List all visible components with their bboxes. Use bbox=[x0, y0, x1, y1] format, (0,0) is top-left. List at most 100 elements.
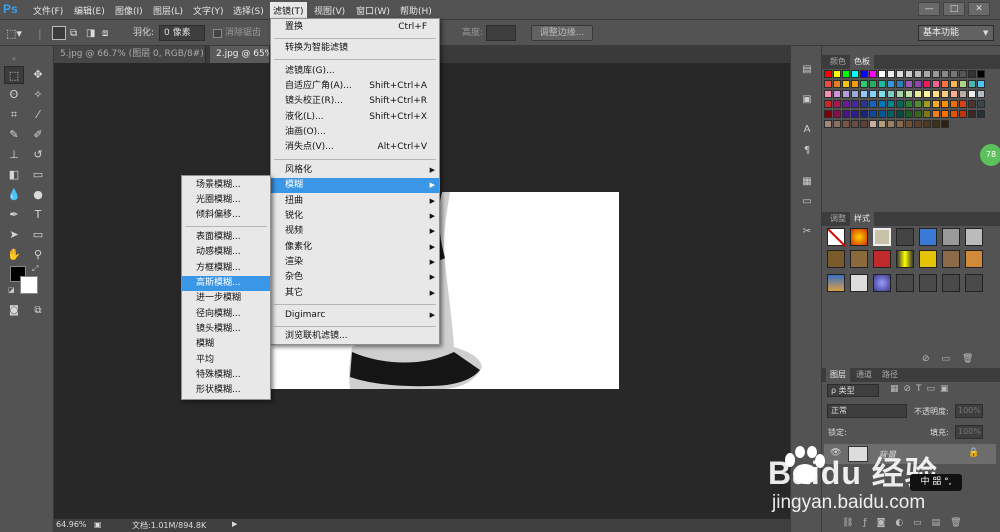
submenu-item-gaussian-blur[interactable]: 高斯模糊... bbox=[182, 276, 270, 291]
color-swatch[interactable] bbox=[905, 90, 913, 98]
doc-tab-2jpg[interactable]: 2.jpg @ 65%( bbox=[210, 46, 270, 63]
menu-item-convert-smart-filter[interactable]: 转换为智能滤镜 bbox=[271, 41, 439, 56]
style-swatch[interactable] bbox=[850, 250, 868, 268]
color-swatch[interactable] bbox=[923, 120, 931, 128]
color-swatch[interactable] bbox=[959, 110, 967, 118]
intersect-selection-icon[interactable]: ⧈ bbox=[102, 26, 108, 41]
paragraph-icon[interactable]: ¶ bbox=[798, 143, 816, 159]
color-swatch[interactable] bbox=[905, 80, 913, 88]
color-swatch[interactable] bbox=[887, 100, 895, 108]
color-swatch[interactable] bbox=[977, 70, 985, 78]
color-swatch[interactable] bbox=[896, 90, 904, 98]
gradient-tool-icon[interactable]: ▭ bbox=[28, 166, 48, 184]
fill-input[interactable]: 100% bbox=[955, 425, 983, 439]
color-swatch[interactable] bbox=[878, 80, 886, 88]
blur-tool-icon[interactable]: 💧 bbox=[4, 186, 24, 204]
color-swatch[interactable] bbox=[869, 110, 877, 118]
submenu-item-lens-blur[interactable]: 镜头模糊... bbox=[182, 322, 270, 337]
styles-footer-icons[interactable]: ⊘▭🗑 bbox=[922, 354, 985, 364]
add-selection-icon[interactable]: ⧉ bbox=[70, 26, 77, 41]
antialias-checkbox[interactable] bbox=[213, 29, 222, 38]
color-swatch[interactable] bbox=[968, 100, 976, 108]
color-swatch[interactable] bbox=[977, 100, 985, 108]
color-swatch[interactable] bbox=[923, 80, 931, 88]
rectangle-tool-icon[interactable]: ▭ bbox=[28, 226, 48, 244]
subtract-selection-icon[interactable]: ◨ bbox=[86, 26, 95, 41]
style-swatch[interactable] bbox=[873, 274, 891, 292]
menu-item-pixelate[interactable]: 像素化 ▶ bbox=[271, 240, 439, 255]
color-swatch[interactable] bbox=[869, 120, 877, 128]
color-swatch[interactable] bbox=[959, 100, 967, 108]
move-tool-icon[interactable]: ✥ bbox=[28, 66, 48, 84]
color-swatch[interactable] bbox=[869, 100, 877, 108]
style-swatch[interactable] bbox=[942, 250, 960, 268]
color-swatch[interactable] bbox=[896, 120, 904, 128]
color-swatch[interactable] bbox=[959, 80, 967, 88]
menu-item-browse-online[interactable]: 浏览联机滤镜... bbox=[271, 329, 439, 344]
color-swatch[interactable] bbox=[851, 80, 859, 88]
color-swatch[interactable] bbox=[905, 110, 913, 118]
tab-adjustments[interactable]: 调整 bbox=[826, 212, 850, 226]
color-swatch[interactable] bbox=[941, 80, 949, 88]
submenu-item-smart-blur[interactable]: 特殊模糊... bbox=[182, 368, 270, 383]
color-swatch[interactable] bbox=[959, 70, 967, 78]
color-swatch[interactable] bbox=[851, 100, 859, 108]
menu-item-displace[interactable]: 置换 Ctrl+F bbox=[271, 20, 439, 35]
color-swatch[interactable] bbox=[932, 100, 940, 108]
submenu-item-blur[interactable]: 模糊 bbox=[182, 337, 270, 352]
ime-indicator[interactable]: 中 㗊 °, bbox=[910, 474, 962, 491]
color-swatch[interactable] bbox=[842, 100, 850, 108]
magic-wand-icon[interactable]: ✧ bbox=[28, 86, 48, 104]
color-swatch[interactable] bbox=[878, 70, 886, 78]
color-swatch[interactable] bbox=[878, 120, 886, 128]
color-swatch[interactable] bbox=[914, 90, 922, 98]
tab-swatches[interactable]: 色板 bbox=[850, 55, 874, 69]
zoom-level[interactable]: 64.96% bbox=[56, 520, 87, 529]
color-swatch[interactable] bbox=[941, 70, 949, 78]
close-button[interactable]: ✕ bbox=[968, 2, 990, 16]
menu-item-liquify[interactable]: 液化(L)... Shift+Ctrl+X bbox=[271, 110, 439, 125]
menu-help[interactable]: 帮助(H) bbox=[400, 4, 432, 17]
history-brush-icon[interactable]: ↺ bbox=[28, 146, 48, 164]
quick-mask-icon[interactable]: ◙ bbox=[4, 302, 24, 320]
color-swatch[interactable] bbox=[968, 90, 976, 98]
minimize-button[interactable]: — bbox=[918, 2, 940, 16]
feather-input[interactable]: 0 像素 bbox=[159, 25, 205, 41]
style-swatch[interactable] bbox=[919, 274, 937, 292]
color-swatch[interactable] bbox=[860, 80, 868, 88]
color-swatch[interactable] bbox=[878, 90, 886, 98]
tools-preset-icon[interactable]: ✂ bbox=[798, 224, 816, 240]
status-menu-arrow-icon[interactable]: ▶ bbox=[232, 520, 237, 528]
style-swatch[interactable] bbox=[942, 274, 960, 292]
menu-filter[interactable]: 滤镜(T) bbox=[270, 2, 307, 18]
color-swatch[interactable] bbox=[905, 70, 913, 78]
color-swatch[interactable] bbox=[923, 100, 931, 108]
submenu-item-shape-blur[interactable]: 形状模糊... bbox=[182, 383, 270, 398]
color-swatch[interactable] bbox=[851, 110, 859, 118]
color-swatch[interactable] bbox=[941, 120, 949, 128]
color-swatch[interactable] bbox=[923, 90, 931, 98]
notes-icon[interactable]: ▭ bbox=[798, 194, 816, 210]
background-color-swatch[interactable] bbox=[20, 276, 38, 294]
menu-item-sharpen[interactable]: 锐化 ▶ bbox=[271, 209, 439, 224]
marquee-tool-preset-icon[interactable]: ⬚▾ bbox=[6, 26, 22, 41]
style-swatch[interactable] bbox=[919, 250, 937, 268]
color-swatch[interactable] bbox=[896, 110, 904, 118]
menu-view[interactable]: 视图(V) bbox=[314, 4, 345, 17]
color-swatch[interactable] bbox=[932, 70, 940, 78]
default-colors-icon[interactable]: ◪ bbox=[8, 286, 15, 294]
brush-tool-icon[interactable]: ✐ bbox=[28, 126, 48, 144]
menu-item-render[interactable]: 渲染 ▶ bbox=[271, 255, 439, 270]
clone-stamp-icon[interactable]: ⊥ bbox=[4, 146, 24, 164]
menu-item-blur[interactable]: 模糊 ▶ bbox=[271, 178, 439, 193]
color-swatch[interactable] bbox=[941, 100, 949, 108]
color-swatch[interactable] bbox=[887, 120, 895, 128]
color-swatch[interactable] bbox=[860, 120, 868, 128]
menu-image[interactable]: 图像(I) bbox=[115, 4, 143, 17]
color-swatch[interactable] bbox=[968, 80, 976, 88]
submenu-item-tilt-shift[interactable]: 倾斜偏移... bbox=[182, 208, 270, 223]
new-selection-icon[interactable] bbox=[52, 26, 66, 40]
menu-item-stylize[interactable]: 风格化 ▶ bbox=[271, 163, 439, 178]
maximize-button[interactable]: □ bbox=[943, 2, 965, 16]
color-swatch[interactable] bbox=[932, 80, 940, 88]
